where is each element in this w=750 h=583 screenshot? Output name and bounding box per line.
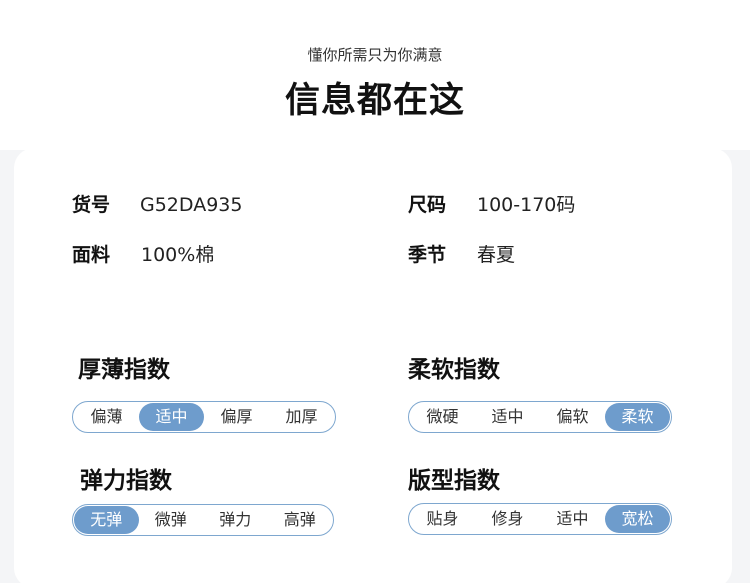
- season-row: 季节 春夏: [408, 242, 515, 268]
- softness-option: 微硬: [426, 407, 459, 426]
- thickness-option: 适中: [139, 403, 204, 431]
- softness-option: 适中: [491, 407, 524, 426]
- elasticity-index-title: 弹力指数: [80, 468, 172, 494]
- item-number-label: 货号: [72, 194, 111, 216]
- elasticity-option: 高弹: [283, 510, 316, 529]
- season-value: 春夏: [477, 244, 516, 266]
- item-number-value: G52DA935: [140, 194, 243, 216]
- season-label: 季节: [408, 244, 447, 266]
- elasticity-option: 无弹: [74, 506, 139, 534]
- softness-option: 柔软: [605, 403, 670, 431]
- fit-option: 修身: [491, 509, 524, 528]
- thickness-option: 偏薄: [90, 407, 123, 426]
- fit-index-title: 版型指数: [408, 468, 500, 494]
- softness-index-scale: 微硬 适中 偏软 柔软: [408, 401, 672, 433]
- fit-option: 宽松: [605, 505, 670, 533]
- fabric-label: 面料: [72, 244, 111, 266]
- size-value: 100-170码: [477, 194, 576, 216]
- fabric-value: 100%棉: [141, 244, 215, 266]
- page-title: 信息都在这: [284, 81, 465, 121]
- elasticity-option: 微弹: [154, 510, 187, 529]
- fabric-row: 面料 100%棉: [72, 242, 214, 268]
- elasticity-option: 弹力: [219, 510, 252, 529]
- thickness-index-scale: 偏薄 适中 偏厚 加厚: [72, 401, 336, 433]
- size-label: 尺码: [408, 194, 447, 216]
- fit-option: 贴身: [426, 509, 459, 528]
- thickness-option: 偏厚: [220, 407, 253, 426]
- size-row: 尺码 100-170码: [408, 192, 575, 218]
- fit-index-scale: 贴身 修身 适中 宽松: [408, 503, 672, 535]
- page-subtitle: 懂你所需只为你满意: [307, 46, 443, 64]
- thickness-option: 加厚: [285, 407, 318, 426]
- softness-option: 偏软: [556, 407, 589, 426]
- elasticity-index-scale: 无弹 微弹 弹力 高弹: [72, 504, 334, 536]
- thickness-index-title: 厚薄指数: [78, 357, 170, 383]
- item-number-row: 货号 G52DA935: [72, 192, 242, 218]
- fit-option: 适中: [556, 509, 589, 528]
- softness-index-title: 柔软指数: [408, 357, 500, 383]
